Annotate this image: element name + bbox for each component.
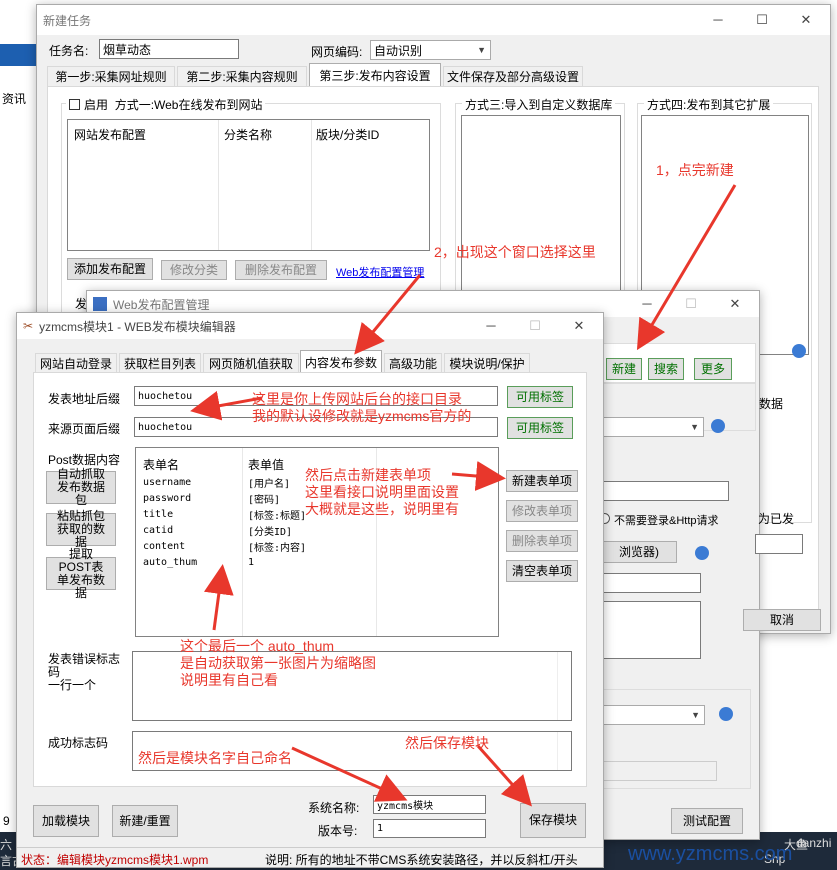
annotation-2: 2，出现这个窗口选择这里	[434, 244, 596, 260]
watermark: www.yzmcms.com	[628, 843, 793, 865]
arrow-2	[354, 274, 422, 355]
arrow-1	[636, 184, 737, 351]
annotation-3: 这里是你上传网站后台的接口目录 我的默认设修改就是yzmcms官方的	[252, 391, 472, 424]
annotation-4: 然后点击新建表单项 这里看接口说明里面设置 大概就是这些，说明里有	[305, 467, 459, 517]
annotation-5: 这个最后一个 auto_thum 是自动获取第一张图片为缩略图 说明里有自己看	[180, 638, 376, 688]
arrow-6	[291, 746, 408, 802]
annotation-6: 然后是模块名字自己命名	[138, 750, 292, 766]
arrow-7	[476, 745, 532, 807]
annotation-7: 然后保存模块	[405, 735, 489, 751]
arrow-5	[203, 564, 234, 631]
arrow-4	[451, 461, 506, 491]
annotation-1: 1，点完新建	[656, 162, 734, 178]
